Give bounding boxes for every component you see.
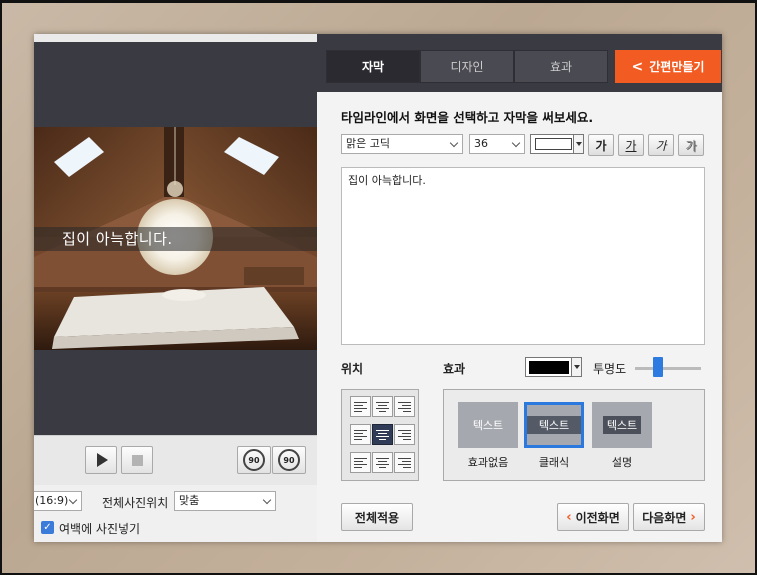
effect-none-option[interactable]: 텍스트 효과없음	[458, 402, 518, 478]
tab-effect[interactable]: 효과	[514, 50, 608, 83]
chevron-left-icon: <	[631, 58, 644, 75]
editor-panel: 자막 디자인 효과 < 간편만들기 타임라인에서 화면을 선택하고 자막을 써보…	[317, 34, 722, 542]
align-middle-center-button[interactable]	[372, 424, 393, 445]
tab-design[interactable]: 디자인	[420, 50, 514, 83]
caption-textarea[interactable]: 집이 아늑합니다.	[341, 167, 705, 345]
effect-classic-option[interactable]: 텍스트 클래식	[524, 402, 584, 478]
subtitle-overlay-text: 집이 아늑합니다.	[62, 230, 173, 248]
ratio-select[interactable]: (16:9)	[34, 491, 82, 511]
effect-options: 텍스트 효과없음 텍스트 클래식 텍스트 설명	[443, 389, 705, 481]
position-label: 전체사진위치	[102, 496, 169, 510]
align-middle-left-button[interactable]	[350, 424, 371, 445]
next-screen-button[interactable]: 다음화면 ›	[633, 503, 705, 531]
align-middle-right-button[interactable]	[394, 424, 415, 445]
align-top-center-button[interactable]	[372, 396, 393, 417]
dropdown-arrow-icon	[571, 358, 581, 376]
chevron-down-icon	[262, 495, 272, 505]
rotate-left-button[interactable]: 90	[237, 446, 271, 474]
stop-icon	[131, 454, 143, 466]
chevron-down-icon	[511, 138, 521, 148]
effect-none-preview: 텍스트	[458, 402, 518, 448]
align-top-right-button[interactable]	[394, 396, 415, 417]
font-size-select[interactable]: 36	[469, 134, 525, 154]
prev-screen-button[interactable]: ‹ 이전화면	[557, 503, 629, 531]
ratio-value: (16:9)	[35, 494, 69, 507]
effect-description-option[interactable]: 텍스트 설명	[592, 402, 652, 478]
text-color-picker[interactable]	[530, 134, 584, 154]
fill-margin-checkbox[interactable]: ✓	[41, 521, 54, 534]
position-value: 맞춤	[179, 494, 200, 507]
play-button[interactable]	[85, 446, 117, 474]
font-family-value: 맑은 고딕	[346, 137, 390, 150]
fill-margin-label: 여백에 사진넣기	[59, 522, 141, 536]
opacity-slider-track[interactable]	[635, 367, 701, 370]
tab-bar: 자막 디자인 효과 < 간편만들기	[317, 34, 722, 92]
effect-description-preview: 텍스트	[592, 402, 652, 448]
effect-classic-preview: 텍스트	[524, 402, 584, 448]
player-controls: 90 90	[34, 435, 317, 485]
align-top-left-button[interactable]	[350, 396, 371, 417]
background-color-swatch	[529, 361, 569, 374]
dropdown-arrow-icon	[573, 135, 583, 153]
chevron-left-icon: ‹	[566, 509, 572, 525]
chevron-down-icon	[449, 138, 459, 148]
font-size-value: 36	[474, 137, 488, 150]
effect-none-label: 효과없음	[467, 456, 509, 469]
bold-button[interactable]: 가	[588, 134, 614, 156]
stop-button[interactable]	[121, 446, 153, 474]
align-bottom-left-button[interactable]	[350, 452, 371, 473]
rotate-left-icon: 90	[243, 449, 265, 471]
background-color-picker[interactable]	[525, 357, 582, 377]
rotate-right-icon: 90	[278, 449, 300, 471]
effect-description-label: 설명	[611, 456, 633, 469]
instruction-text: 타임라인에서 화면을 선택하고 자막을 써보세요.	[341, 110, 594, 125]
text-color-swatch	[535, 138, 572, 150]
next-screen-label: 다음화면	[642, 510, 687, 525]
chevron-down-icon	[68, 495, 78, 505]
italic-button[interactable]: 가	[648, 134, 674, 156]
opacity-label: 투명도	[593, 362, 627, 376]
prev-screen-label: 이전화면	[575, 510, 620, 525]
position-select[interactable]: 맞춤	[174, 491, 276, 511]
apply-all-button[interactable]: 전체적용	[341, 503, 413, 531]
shadow-button[interactable]: 가	[678, 134, 704, 156]
opacity-slider-thumb[interactable]	[653, 357, 664, 377]
position-grid	[341, 389, 419, 481]
font-family-select[interactable]: 맑은 고딕	[341, 134, 463, 154]
align-bottom-center-button[interactable]	[372, 452, 393, 473]
underline-button[interactable]: 가	[618, 134, 644, 156]
preview-panel: 집이 아늑합니다. 90 90 (16:9) 전체사진위치 맞춤 ✓ 여백에 사…	[34, 34, 317, 542]
app-window: 집이 아늑합니다. 90 90 (16:9) 전체사진위치 맞춤 ✓ 여백에 사…	[34, 34, 722, 542]
effect-classic-label: 클래식	[538, 456, 570, 469]
chevron-right-icon: ›	[690, 509, 696, 525]
photo-options: (16:9) 전체사진위치 맞춤 ✓ 여백에 사진넣기	[34, 485, 317, 542]
tab-subtitle[interactable]: 자막	[326, 50, 420, 83]
align-bottom-right-button[interactable]	[394, 452, 415, 473]
quick-make-button[interactable]: < 간편만들기	[615, 50, 721, 83]
position-section-label: 위치	[341, 362, 364, 376]
effect-section-label: 효과	[443, 362, 466, 376]
rotate-right-button[interactable]: 90	[272, 446, 306, 474]
play-icon	[97, 453, 108, 467]
quick-make-label: 간편만들기	[649, 60, 705, 74]
